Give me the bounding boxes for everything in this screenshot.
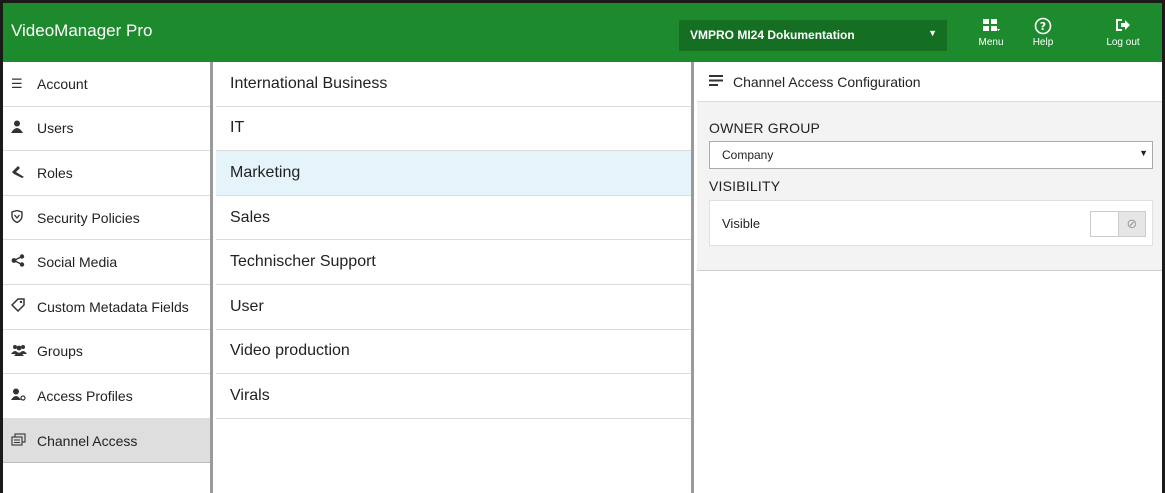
- panel-title: Channel Access Configuration: [733, 73, 921, 90]
- share-icon: [11, 254, 37, 270]
- channel-icon: [11, 432, 37, 449]
- sidebar-item-security-policies[interactable]: Security Policies: [3, 196, 210, 241]
- menu-label: Menu: [978, 37, 1004, 48]
- list-item-selected[interactable]: Marketing: [216, 151, 691, 196]
- user-icon: [11, 120, 37, 136]
- list-item[interactable]: User: [216, 285, 691, 330]
- grid-icon: [971, 17, 1011, 37]
- sidebar-item-label: Security Policies: [37, 209, 140, 226]
- list-icon: [709, 74, 733, 89]
- visibility-row: Visible ⊘: [709, 200, 1153, 246]
- help-circle-icon: ?: [1023, 17, 1063, 37]
- group-list: International Business IT Marketing Sale…: [216, 62, 694, 493]
- help-button[interactable]: ? Help: [1023, 17, 1063, 57]
- sidebar-item-users[interactable]: Users: [3, 107, 210, 152]
- logout-button[interactable]: Log out: [1103, 17, 1143, 57]
- owner-group-label: OWNER GROUP: [709, 120, 821, 136]
- sidebar-item-label: Access Profiles: [37, 387, 133, 404]
- sidebar-item-label: Custom Metadata Fields: [37, 298, 189, 315]
- sidebar-item-label: Channel Access: [37, 432, 138, 449]
- project-select-value: VMPRO MI24 Dokumentation: [690, 28, 855, 42]
- config-panel: Channel Access Configuration OWNER GROUP…: [697, 62, 1162, 493]
- sidebar-item-social-media[interactable]: Social Media: [3, 240, 210, 285]
- list-item[interactable]: Video production: [216, 330, 691, 375]
- sidebar-item-label: Social Media: [37, 254, 118, 271]
- owner-group-value: Company: [722, 148, 774, 162]
- admin-sidebar: ☰ Account Users Roles Security Policies …: [3, 62, 213, 493]
- visible-toggle[interactable]: ⊘: [1090, 211, 1146, 237]
- disabled-icon: ⊘: [1118, 212, 1145, 236]
- sidebar-item-roles[interactable]: Roles: [3, 151, 210, 196]
- visibility-label: VISIBILITY: [709, 178, 781, 194]
- top-header: VideoManager Pro VMPRO MI24 Dokumentatio…: [3, 0, 1162, 62]
- groups-icon: [11, 344, 37, 359]
- logout-label: Log out: [1106, 37, 1140, 48]
- svg-text:?: ?: [1040, 20, 1046, 33]
- menu-button[interactable]: Menu: [971, 17, 1011, 57]
- sidebar-item-label: Roles: [37, 164, 73, 181]
- list-item[interactable]: International Business: [216, 62, 691, 107]
- sidebar-item-groups[interactable]: Groups: [3, 330, 210, 375]
- tag-icon: [10, 298, 37, 315]
- sidebar-item-label: Groups: [37, 343, 83, 360]
- list-item[interactable]: Sales: [216, 196, 691, 241]
- logout-icon: [1103, 17, 1143, 37]
- shield-icon: [11, 209, 37, 226]
- help-label: Help: [1032, 37, 1054, 48]
- sidebar-item-custom-metadata-fields[interactable]: Custom Metadata Fields: [3, 285, 210, 330]
- chevron-down-icon: ▼: [1139, 148, 1148, 158]
- roles-icon: [11, 165, 37, 181]
- visible-label: Visible: [722, 216, 761, 231]
- list-item[interactable]: Technischer Support: [216, 240, 691, 285]
- sidebar-item-access-profiles[interactable]: Access Profiles: [3, 374, 210, 419]
- list-item[interactable]: IT: [216, 107, 691, 152]
- project-select[interactable]: VMPRO MI24 Dokumentation ▼: [679, 20, 947, 51]
- sidebar-item-account[interactable]: ☰ Account: [3, 62, 210, 107]
- account-icon: ☰: [11, 75, 23, 91]
- owner-group-select[interactable]: Company ▼: [709, 141, 1153, 169]
- chevron-down-icon: ▼: [928, 28, 937, 38]
- panel-body: OWNER GROUP Company ▼ VISIBILITY Visible…: [697, 102, 1162, 271]
- sidebar-item-channel-access[interactable]: Channel Access: [3, 418, 210, 464]
- access-profile-icon: [11, 388, 37, 404]
- sidebar-item-label: Users: [37, 120, 74, 137]
- list-item[interactable]: Virals: [216, 374, 691, 419]
- sidebar-item-label: Account: [37, 75, 88, 92]
- panel-header: Channel Access Configuration: [697, 62, 1162, 102]
- app-title: VideoManager Pro: [11, 21, 153, 40]
